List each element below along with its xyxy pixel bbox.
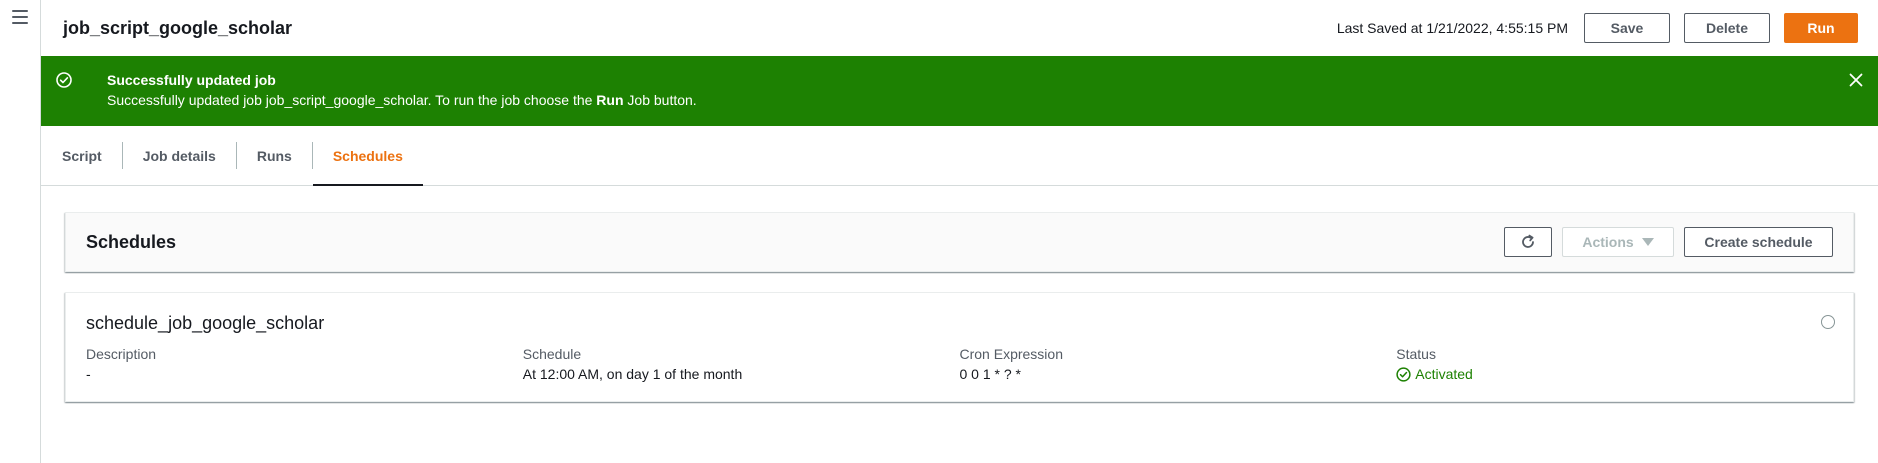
- schedules-panel-title: Schedules: [86, 231, 177, 252]
- schedules-panel-header: Schedules Actions Create schedule: [65, 212, 1854, 272]
- description-label: Description: [86, 346, 157, 362]
- flash-message: Successfully updated job job_script_goog…: [107, 90, 1858, 110]
- cron-label: Cron Expression: [959, 346, 1064, 362]
- close-icon[interactable]: [1848, 72, 1864, 88]
- caret-down-icon: [1641, 238, 1654, 246]
- schedule-name: schedule_job_google_scholar: [86, 313, 325, 333]
- description-value: -: [86, 366, 91, 382]
- check-circle-icon: [56, 72, 72, 88]
- status-column: Status Activated: [1396, 344, 1833, 384]
- status-value: Activated: [1396, 364, 1833, 384]
- tab-job-details[interactable]: Job details: [123, 126, 236, 185]
- tab-runs[interactable]: Runs: [237, 126, 312, 185]
- flash-message-bold: Run: [596, 92, 624, 108]
- tab-bar: Script Job details Runs Schedules: [41, 126, 1878, 186]
- schedule-label: Schedule: [522, 346, 582, 362]
- job-title: job_script_google_scholar: [63, 17, 293, 38]
- schedule-select-radio[interactable]: [1821, 315, 1835, 329]
- tab-script[interactable]: Script: [41, 126, 122, 185]
- status-label: Status: [1396, 346, 1436, 362]
- flash-title: Successfully updated job: [107, 72, 276, 88]
- schedules-panel-actions: Actions Create schedule: [1504, 227, 1833, 257]
- refresh-button[interactable]: [1504, 227, 1552, 257]
- tab-schedules[interactable]: Schedules: [312, 126, 423, 186]
- schedule-card: schedule_job_google_scholar Description …: [65, 292, 1854, 402]
- save-button[interactable]: Save: [1584, 13, 1670, 43]
- schedule-value: At 12:00 AM, on day 1 of the month: [522, 366, 743, 382]
- last-saved-text: Last Saved at 1/21/2022, 4:55:15 PM: [1336, 20, 1568, 36]
- run-button[interactable]: Run: [1784, 13, 1858, 43]
- page-header: job_script_google_scholar Last Saved at …: [41, 0, 1878, 56]
- actions-label: Actions: [1582, 234, 1634, 250]
- check-circle-icon: [1396, 366, 1411, 382]
- status-text: Activated: [1415, 366, 1473, 382]
- flash-message-prefix: Successfully updated job job_script_goog…: [107, 92, 597, 108]
- description-column: Description -: [86, 344, 523, 384]
- success-flash-banner: Successfully updated job Successfully up…: [41, 56, 1878, 126]
- actions-dropdown[interactable]: Actions: [1562, 227, 1674, 257]
- create-schedule-button[interactable]: Create schedule: [1684, 227, 1833, 257]
- schedule-column: Schedule At 12:00 AM, on day 1 of the mo…: [523, 344, 960, 384]
- left-rail: [0, 0, 41, 463]
- header-actions: Last Saved at 1/21/2022, 4:55:15 PM Save…: [1337, 13, 1858, 43]
- schedule-details: Description - Schedule At 12:00 AM, on d…: [86, 344, 1833, 384]
- delete-button[interactable]: Delete: [1684, 13, 1770, 43]
- cron-value: 0 0 1 * ? *: [959, 366, 1022, 382]
- menu-icon[interactable]: [12, 10, 28, 24]
- app-root: job_script_google_scholar Last Saved at …: [0, 0, 1878, 463]
- refresh-icon: [1522, 234, 1534, 248]
- cron-column: Cron Expression 0 0 1 * ? *: [960, 344, 1397, 384]
- flash-message-suffix: Job button.: [623, 92, 697, 108]
